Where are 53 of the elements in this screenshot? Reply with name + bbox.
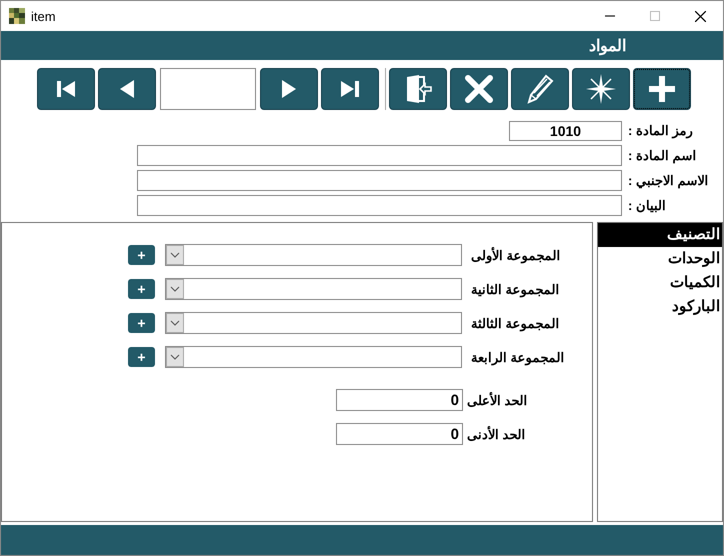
limit-label: الحد الأعلى (467, 392, 528, 408)
group-dropdown[interactable] (165, 244, 462, 266)
text-field[interactable] (137, 170, 622, 191)
minimize-icon[interactable] (605, 15, 615, 17)
group-label: المجموعة الثالثة (471, 316, 560, 330)
add-group-button[interactable]: + (128, 245, 155, 265)
group-dropdown[interactable] (165, 346, 462, 368)
add-group-button[interactable]: + (128, 347, 155, 367)
close-icon (464, 74, 494, 104)
close-icon[interactable] (695, 10, 706, 22)
chevron-down-icon (166, 347, 184, 367)
field-label: الاسم الاجنبي : (628, 173, 709, 188)
section-item[interactable]: التصنيف (598, 223, 722, 247)
field-label: البيان : (628, 198, 666, 213)
chevron-down-icon (166, 279, 184, 299)
limit-label: الحد الأدنى (467, 426, 526, 442)
limit-field[interactable]: 0 (336, 423, 463, 445)
door-button[interactable] (389, 68, 447, 110)
skip-last-icon (339, 80, 361, 98)
window-title: item (31, 8, 56, 24)
chevron-down-icon (166, 313, 184, 333)
star-button[interactable] (572, 68, 630, 110)
group-dropdown[interactable] (165, 278, 462, 300)
skip-last-button[interactable] (321, 68, 379, 110)
app-icon (9, 8, 25, 24)
close-button[interactable] (450, 68, 508, 110)
skip-first-button[interactable] (37, 68, 95, 110)
text-field[interactable] (137, 145, 622, 166)
group-label: المجموعة الرابعة (471, 350, 565, 364)
chevron-down-icon (166, 245, 184, 265)
add-group-button[interactable]: + (128, 279, 155, 299)
previous-button[interactable] (98, 68, 156, 110)
group-label: المجموعة الثانية (471, 282, 560, 296)
pencil-icon (526, 74, 554, 104)
group-label: المجموعة الأولى (471, 248, 561, 262)
section-item[interactable]: الكميات (598, 271, 722, 295)
text-field[interactable] (137, 195, 622, 216)
add-group-button[interactable]: + (128, 313, 155, 333)
group-dropdown[interactable] (165, 312, 462, 334)
form-title: المواد (589, 36, 626, 56)
code-field[interactable]: 1010 (509, 120, 622, 140)
section-item[interactable]: الوحدات (598, 247, 722, 271)
skip-first-icon (55, 80, 77, 98)
field-label: رمز المادة : (628, 123, 693, 138)
section-item[interactable]: الباركود (598, 295, 722, 319)
plus-button[interactable] (633, 68, 691, 110)
record-field[interactable] (160, 68, 256, 110)
star-icon (586, 74, 616, 104)
limit-field[interactable]: 0 (336, 389, 463, 411)
field-label: اسم المادة : (628, 148, 697, 163)
next-button[interactable] (260, 68, 318, 110)
pencil-button[interactable] (511, 68, 569, 110)
plus-icon (649, 76, 675, 102)
